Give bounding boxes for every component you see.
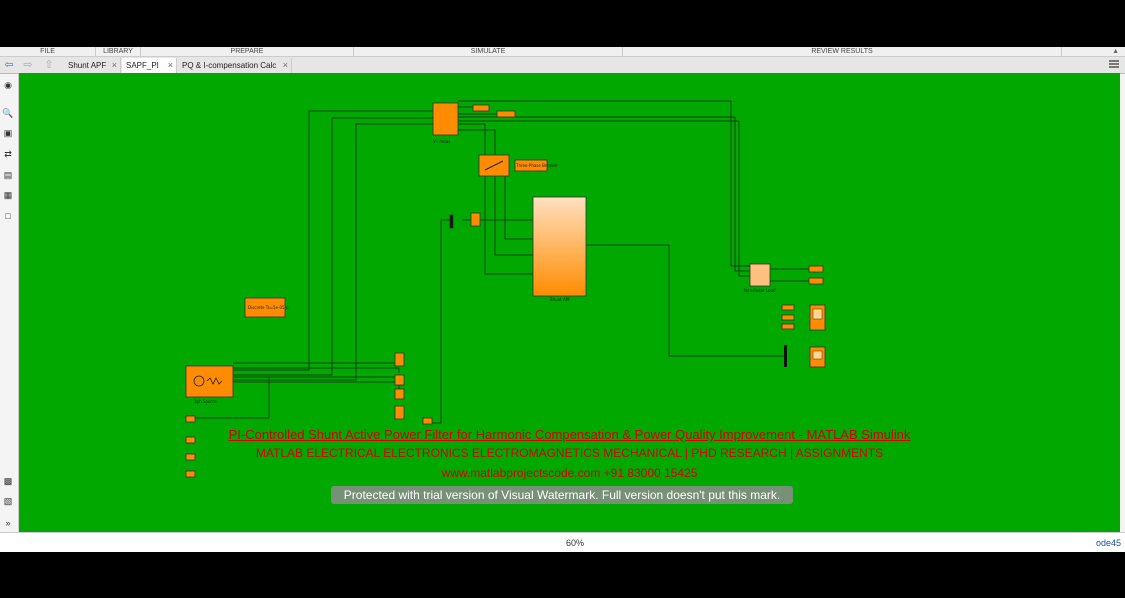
from-tag[interactable] — [781, 314, 795, 321]
back-icon[interactable]: ⇦ — [2, 59, 16, 71]
tool-palette: ◉ 🔍 ▣ ⇄ ▤ ▦ □ ▩ ▧ » — [0, 74, 19, 533]
camera-icon[interactable]: ▩ — [2, 475, 14, 487]
up-icon[interactable]: ⇧ — [42, 59, 56, 71]
measurement-block[interactable] — [394, 352, 405, 367]
watermark-contact: www.matlabprojectscode.com +91 83000 154… — [441, 466, 698, 480]
trial-watermark-banner: Protected with trial version of Visual W… — [331, 486, 793, 504]
watermark-title: PI-Controlled Shunt Active Power Filter … — [228, 427, 911, 442]
tab-sapf-pi[interactable]: SAPF_PI × — [122, 58, 177, 73]
toolstrip-file[interactable]: FILE — [0, 47, 96, 56]
scope-block[interactable] — [809, 304, 826, 331]
toolstrip: FILE LIBRARY PREPARE SIMULATE REVIEW RES… — [0, 47, 1125, 57]
model-browser-icon[interactable]: ▧ — [2, 495, 14, 507]
annotation-icon[interactable]: ▤ — [2, 169, 14, 181]
expand-icon[interactable]: » — [2, 517, 14, 529]
block-diagram: V-I meas Shunt APF Non-linear Load Discr… — [185, 100, 826, 478]
block-label: Non-linear Load — [744, 288, 776, 293]
toolstrip-library[interactable]: LIBRARY — [96, 47, 141, 56]
solver-label[interactable]: ode45 — [1096, 538, 1121, 548]
from-tag[interactable] — [781, 304, 795, 311]
forward-icon[interactable]: ⇨ — [21, 59, 35, 71]
toolstrip-review-results[interactable]: REVIEW RESULTS — [623, 47, 1062, 56]
tab-pq-calc[interactable]: PQ & I-compensation Calc × — [178, 58, 292, 73]
shunt-apf-block[interactable] — [532, 196, 587, 297]
tab-label: SAPF_PI — [126, 61, 159, 70]
toolstrip-prepare[interactable]: PREPARE — [141, 47, 354, 56]
image-icon[interactable]: ▦ — [2, 189, 14, 201]
measurement-block[interactable] — [394, 388, 405, 400]
measurement-block[interactable] — [394, 405, 405, 420]
nonlinear-load-block[interactable] — [749, 263, 771, 287]
goto-tag[interactable] — [185, 415, 196, 423]
arrow-icon[interactable]: ⇄ — [2, 148, 14, 160]
tab-bar: ⇦ ⇨ ⇧ Shunt APF × SAPF_PI × PQ & I-compens… — [0, 57, 1125, 74]
zoom-level: 60% — [566, 538, 585, 548]
from-tag[interactable] — [781, 323, 795, 330]
close-icon[interactable]: × — [168, 58, 173, 73]
tab-shunt-apf[interactable]: Shunt APF × — [64, 58, 121, 73]
close-icon[interactable]: × — [283, 58, 288, 73]
tab-label: PQ & I-compensation Calc — [182, 61, 277, 70]
measurement-block[interactable] — [394, 374, 405, 386]
goto-tag[interactable] — [422, 417, 433, 425]
collapse-toolstrip-icon[interactable]: ▲ — [1112, 47, 1119, 56]
toolstrip-simulate[interactable]: SIMULATE — [354, 47, 623, 56]
block-label: V-I meas — [433, 139, 450, 144]
constant-block[interactable] — [470, 212, 481, 227]
three-phase-source-block[interactable] — [185, 365, 234, 398]
goto-tag[interactable] — [472, 104, 490, 112]
signal-lines — [195, 100, 809, 424]
block-label: 3ph Source — [194, 399, 217, 404]
hide-show-icon[interactable]: ◉ — [2, 79, 14, 91]
watermark-subtitle: MATLAB ELECTRICAL ELECTRONICS ELECTROMAG… — [255, 446, 884, 460]
mux-bar[interactable] — [449, 214, 454, 229]
fit-view-icon[interactable]: ▣ — [2, 127, 14, 139]
goto-tag[interactable] — [496, 110, 516, 118]
mux-bar[interactable] — [784, 345, 787, 367]
status-bar: 60% ode45 — [0, 532, 1125, 552]
model-canvas[interactable]: V-I meas Shunt APF Non-linear Load Discr… — [19, 73, 1120, 532]
block-label: Discrete Ts=5e-05 s. — [248, 305, 289, 310]
goto-tag[interactable] — [808, 265, 824, 273]
menu-icon[interactable] — [1109, 60, 1119, 68]
tab-label: Shunt APF — [68, 61, 107, 70]
zoom-icon[interactable]: 🔍 — [2, 107, 14, 119]
close-icon[interactable]: × — [112, 58, 117, 73]
block-label: Three-Phase Breaker — [515, 163, 558, 168]
goto-tag[interactable] — [808, 277, 824, 285]
block-label: Shunt APF — [550, 297, 571, 302]
scope-block[interactable] — [809, 346, 826, 368]
vi-measurement-block[interactable] — [432, 102, 459, 136]
vertical-scrollbar[interactable] — [1120, 74, 1125, 533]
breaker-block[interactable] — [478, 154, 510, 177]
area-icon[interactable]: □ — [2, 210, 14, 222]
